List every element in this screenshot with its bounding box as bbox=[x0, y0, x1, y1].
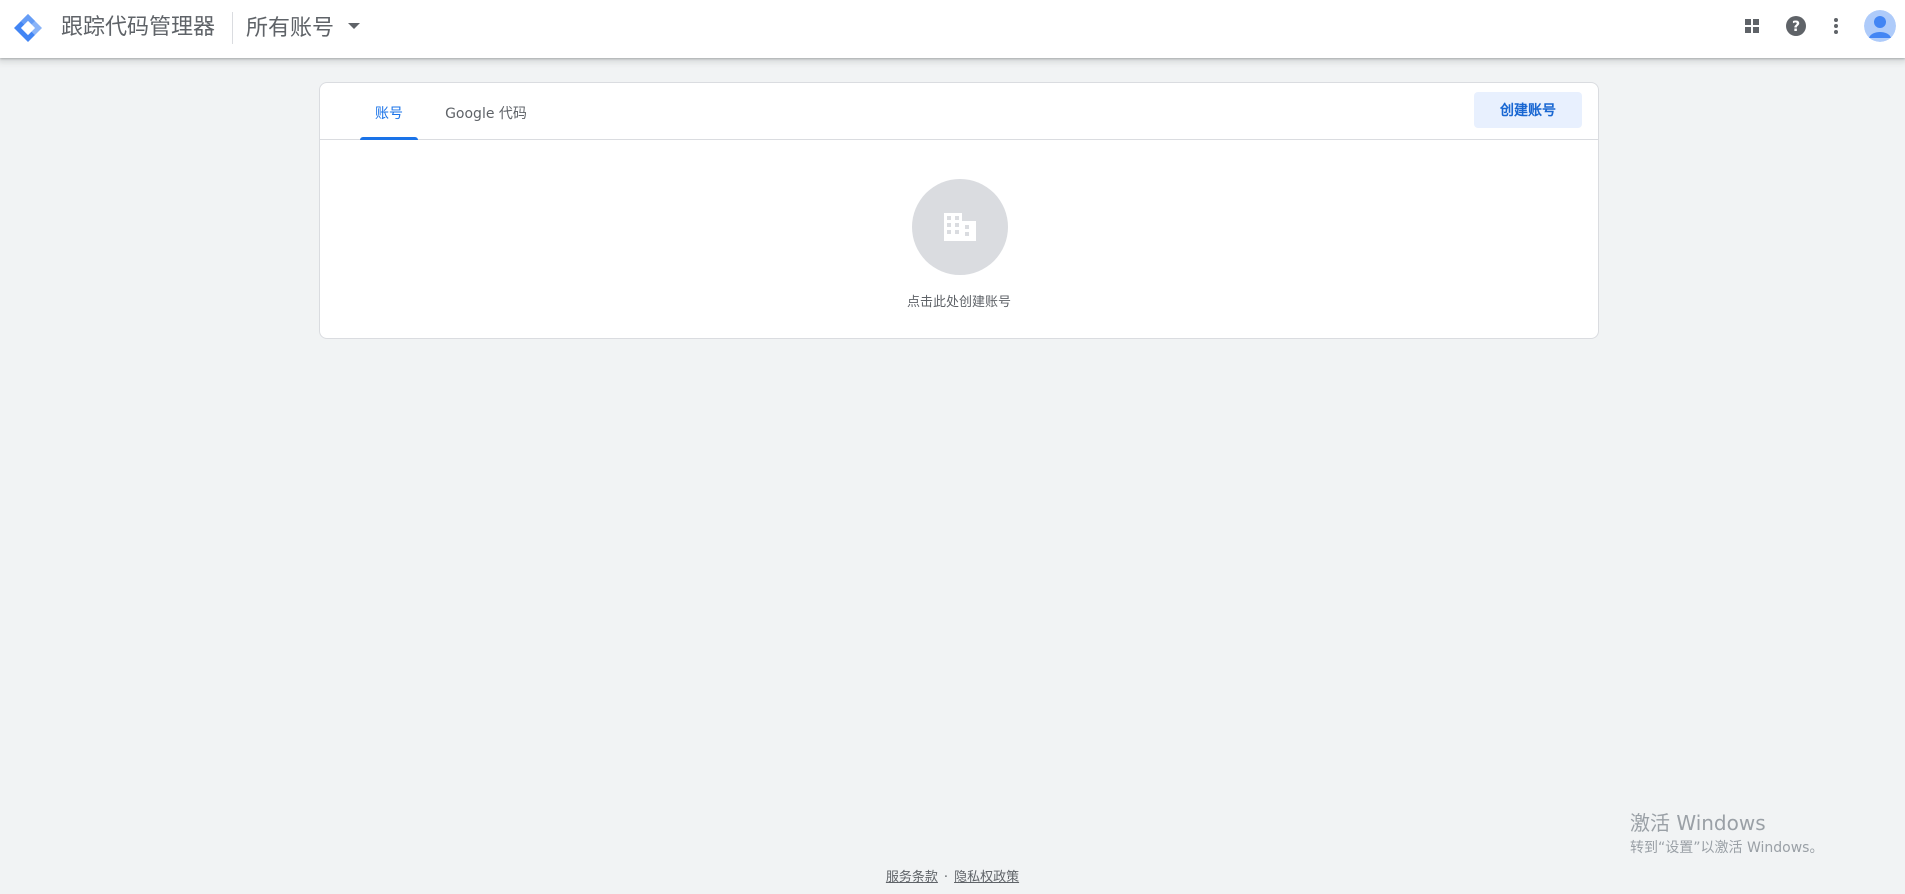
footer-separator: · bbox=[943, 870, 949, 885]
business-building-icon[interactable] bbox=[912, 179, 1008, 275]
tab-google-tags[interactable]: Google 代码 bbox=[444, 83, 528, 139]
tab-bar: 账号 Google 代码 创建账号 bbox=[320, 83, 1598, 140]
create-account-button[interactable]: 创建账号 bbox=[1474, 92, 1582, 128]
help-icon[interactable]: ? bbox=[1782, 12, 1810, 40]
empty-state-text[interactable]: 点击此处创建账号 bbox=[320, 291, 1598, 310]
tab-accounts[interactable]: 账号 bbox=[360, 83, 418, 140]
terms-link[interactable]: 服务条款 bbox=[886, 870, 938, 885]
svg-text:?: ? bbox=[1792, 19, 1800, 35]
tag-manager-logo-icon[interactable] bbox=[12, 12, 44, 44]
accounts-card: 账号 Google 代码 创建账号 点击此处创建账号 bbox=[319, 82, 1599, 339]
more-vert-icon[interactable] bbox=[1822, 12, 1850, 40]
caret-down-icon bbox=[348, 23, 361, 29]
account-avatar-icon[interactable] bbox=[1864, 10, 1896, 42]
top-app-bar: 跟踪代码管理器 所有账号 ? bbox=[0, 0, 1905, 58]
windows-activation-watermark: 激活 Windows 转到“设置”以激活 Windows。 bbox=[1630, 810, 1823, 858]
watermark-title: 激活 Windows bbox=[1630, 811, 1766, 835]
watermark-subtitle: 转到“设置”以激活 Windows。 bbox=[1630, 840, 1824, 856]
apps-grid-icon[interactable] bbox=[1738, 12, 1766, 40]
footer: 服务条款 · 隐私权政策 bbox=[0, 866, 1905, 885]
privacy-link[interactable]: 隐私权政策 bbox=[954, 870, 1019, 885]
app-title: 跟踪代码管理器 bbox=[61, 15, 216, 40]
account-selector-label: 所有账号 bbox=[246, 16, 335, 41]
header-divider bbox=[232, 12, 233, 44]
account-selector[interactable]: 所有账号 bbox=[246, 8, 361, 44]
